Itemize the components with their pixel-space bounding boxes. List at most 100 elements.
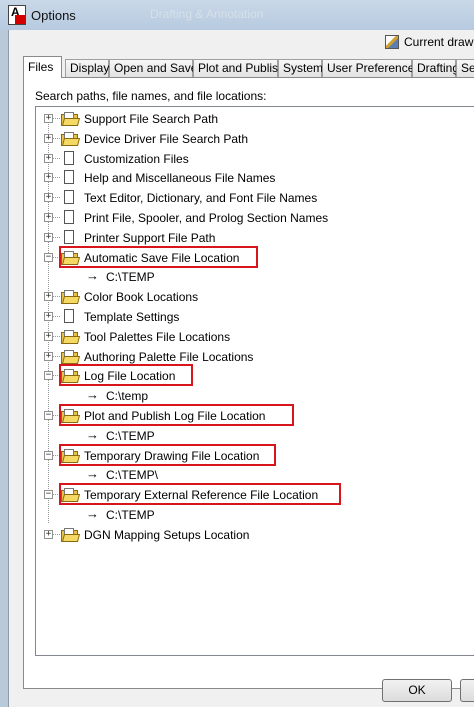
tree-connector <box>53 118 60 119</box>
folder-icon <box>61 527 81 542</box>
highlight-annotation <box>59 404 294 426</box>
tab-display[interactable]: Display <box>65 59 109 77</box>
tree-item-label: Support File Search Path <box>84 112 219 126</box>
tree-item[interactable]: + Tool Palettes File Locations <box>36 328 474 346</box>
options-dialog: Current drawing Files Display Open and S… <box>8 30 474 707</box>
document-icon <box>64 170 74 185</box>
path-arrow-icon: → <box>86 268 99 284</box>
tree-child-path[interactable]: → C:\TEMP <box>36 427 474 445</box>
tree-child-path[interactable]: → C:\temp <box>36 387 474 405</box>
cancel-button[interactable] <box>460 679 474 702</box>
collapse-toggle-icon[interactable]: − <box>44 450 53 460</box>
document-icon <box>64 229 74 244</box>
expand-toggle-icon[interactable]: + <box>44 213 53 222</box>
expand-toggle-icon[interactable]: + <box>44 153 53 163</box>
tree-child-path[interactable]: → C:\TEMP <box>36 506 474 524</box>
tree-item-label: Print File, Spooler, and Prolog Section … <box>84 211 329 225</box>
tree-item[interactable]: + Customization Files <box>36 150 474 168</box>
folder-icon <box>61 131 81 146</box>
tree-item[interactable]: + Device Driver File Search Path <box>36 130 474 148</box>
tree-item-label: Authoring Palette File Locations <box>84 349 254 364</box>
expand-toggle-icon[interactable]: + <box>44 312 53 321</box>
tree-connector <box>53 316 60 317</box>
expand-toggle-icon[interactable]: + <box>44 114 53 123</box>
current-drawing-indicator: Current drawing <box>385 35 474 49</box>
highlight-annotation <box>59 245 258 268</box>
background-window-title: Drafting & Annotation <box>150 7 264 21</box>
tree-child-path[interactable]: → C:\TEMP <box>36 268 474 286</box>
document-icon <box>64 210 74 224</box>
path-value: C:\TEMP <box>106 270 155 285</box>
tab-user-preferences[interactable]: User Preferences <box>322 59 420 77</box>
tree-item[interactable]: + Help and Miscellaneous File Names <box>36 169 474 187</box>
tree-item-label: Help and Miscellaneous File Names <box>84 171 276 186</box>
path-value: C:\temp <box>106 389 149 404</box>
expand-toggle-icon[interactable]: + <box>44 331 53 341</box>
tree-connector <box>53 236 60 238</box>
expand-toggle-icon[interactable]: + <box>44 173 53 183</box>
tree-item[interactable]: + Support File Search Path <box>36 110 474 128</box>
path-arrow-icon: → <box>86 426 99 442</box>
expand-toggle-icon[interactable]: + <box>44 232 53 242</box>
expand-toggle-icon[interactable]: + <box>44 133 53 143</box>
folder-icon <box>61 329 81 344</box>
tab-open-and-save[interactable]: Open and Save <box>109 59 197 77</box>
tree-connector <box>53 335 60 337</box>
files-tab-panel: Search paths, file names, and file locat… <box>23 77 474 689</box>
tree-item-label: Color Book Locations <box>84 290 199 305</box>
expand-toggle-icon[interactable]: + <box>44 351 53 361</box>
folder-icon <box>61 349 81 364</box>
tree-item-label: Text Editor, Dictionary, and Font File N… <box>84 191 318 206</box>
tree-item-label: Template Settings <box>84 310 180 324</box>
highlight-annotation <box>59 443 276 466</box>
tab-plot-and-publish[interactable]: Plot and Publish <box>193 59 285 77</box>
tree-item[interactable]: + Printer Support File Path <box>36 229 474 247</box>
tree-connector <box>53 157 60 159</box>
collapse-toggle-icon[interactable]: − <box>44 490 53 500</box>
expand-toggle-icon[interactable]: + <box>44 292 53 302</box>
tree-connector <box>53 197 60 199</box>
tree-item[interactable]: + Authoring Palette File Locations <box>36 348 474 366</box>
document-icon <box>64 150 74 165</box>
window-title: Options <box>31 8 76 23</box>
tree-item[interactable]: + Text Editor, Dictionary, and Font File … <box>36 189 474 207</box>
tree-item-label: DGN Mapping Setups Location <box>84 527 250 542</box>
tree-item[interactable]: + DGN Mapping Setups Location <box>36 526 474 544</box>
path-arrow-icon: → <box>86 506 99 521</box>
tree-item-label: Tool Palettes File Locations <box>84 329 231 344</box>
document-icon <box>64 309 74 323</box>
tree-connector <box>53 296 60 298</box>
document-icon <box>64 190 74 205</box>
tree-child-path[interactable]: → C:\TEMP\ <box>36 466 474 484</box>
path-value: C:\TEMP <box>106 508 155 522</box>
tree-connector <box>53 177 60 179</box>
drawing-icon <box>385 35 399 49</box>
tree-item[interactable]: + Print File, Spooler, and Prolog Section… <box>36 209 474 227</box>
expand-toggle-icon[interactable]: + <box>44 193 53 203</box>
autocad-app-icon[interactable]: A <box>8 5 26 25</box>
ok-button[interactable]: OK <box>382 679 452 702</box>
tree-item-label: Printer Support File Path <box>84 230 216 245</box>
collapse-toggle-icon[interactable]: − <box>44 252 53 262</box>
path-arrow-icon: → <box>86 466 99 482</box>
tab-drafting[interactable]: Drafting <box>412 59 459 77</box>
path-value: C:\TEMP <box>106 428 155 443</box>
tab-selection[interactable]: Se <box>456 59 474 77</box>
tab-files[interactable]: Files <box>23 56 62 78</box>
tree-item[interactable]: + Template Settings <box>36 308 474 326</box>
expand-toggle-icon[interactable]: + <box>44 529 53 539</box>
current-drawing-label: Current drawing <box>404 35 474 49</box>
collapse-toggle-icon[interactable]: − <box>44 411 53 420</box>
file-locations-tree[interactable]: + Support File Search Path + Device Driver … <box>35 106 474 656</box>
folder-icon <box>61 290 81 305</box>
collapse-toggle-icon[interactable]: − <box>44 371 53 381</box>
path-arrow-icon: → <box>86 387 99 403</box>
tree-item-label: Device Driver File Search Path <box>84 131 249 146</box>
search-paths-label: Search paths, file names, and file locat… <box>35 89 267 103</box>
tab-system[interactable]: System <box>278 59 323 77</box>
folder-icon <box>61 112 81 126</box>
tree-connector <box>53 533 60 535</box>
title-bar[interactable]: A Options Drafting & Annotation <box>0 0 474 30</box>
tree-item[interactable]: + Color Book Locations <box>36 288 474 306</box>
tree-item-label: Customization Files <box>84 151 189 166</box>
